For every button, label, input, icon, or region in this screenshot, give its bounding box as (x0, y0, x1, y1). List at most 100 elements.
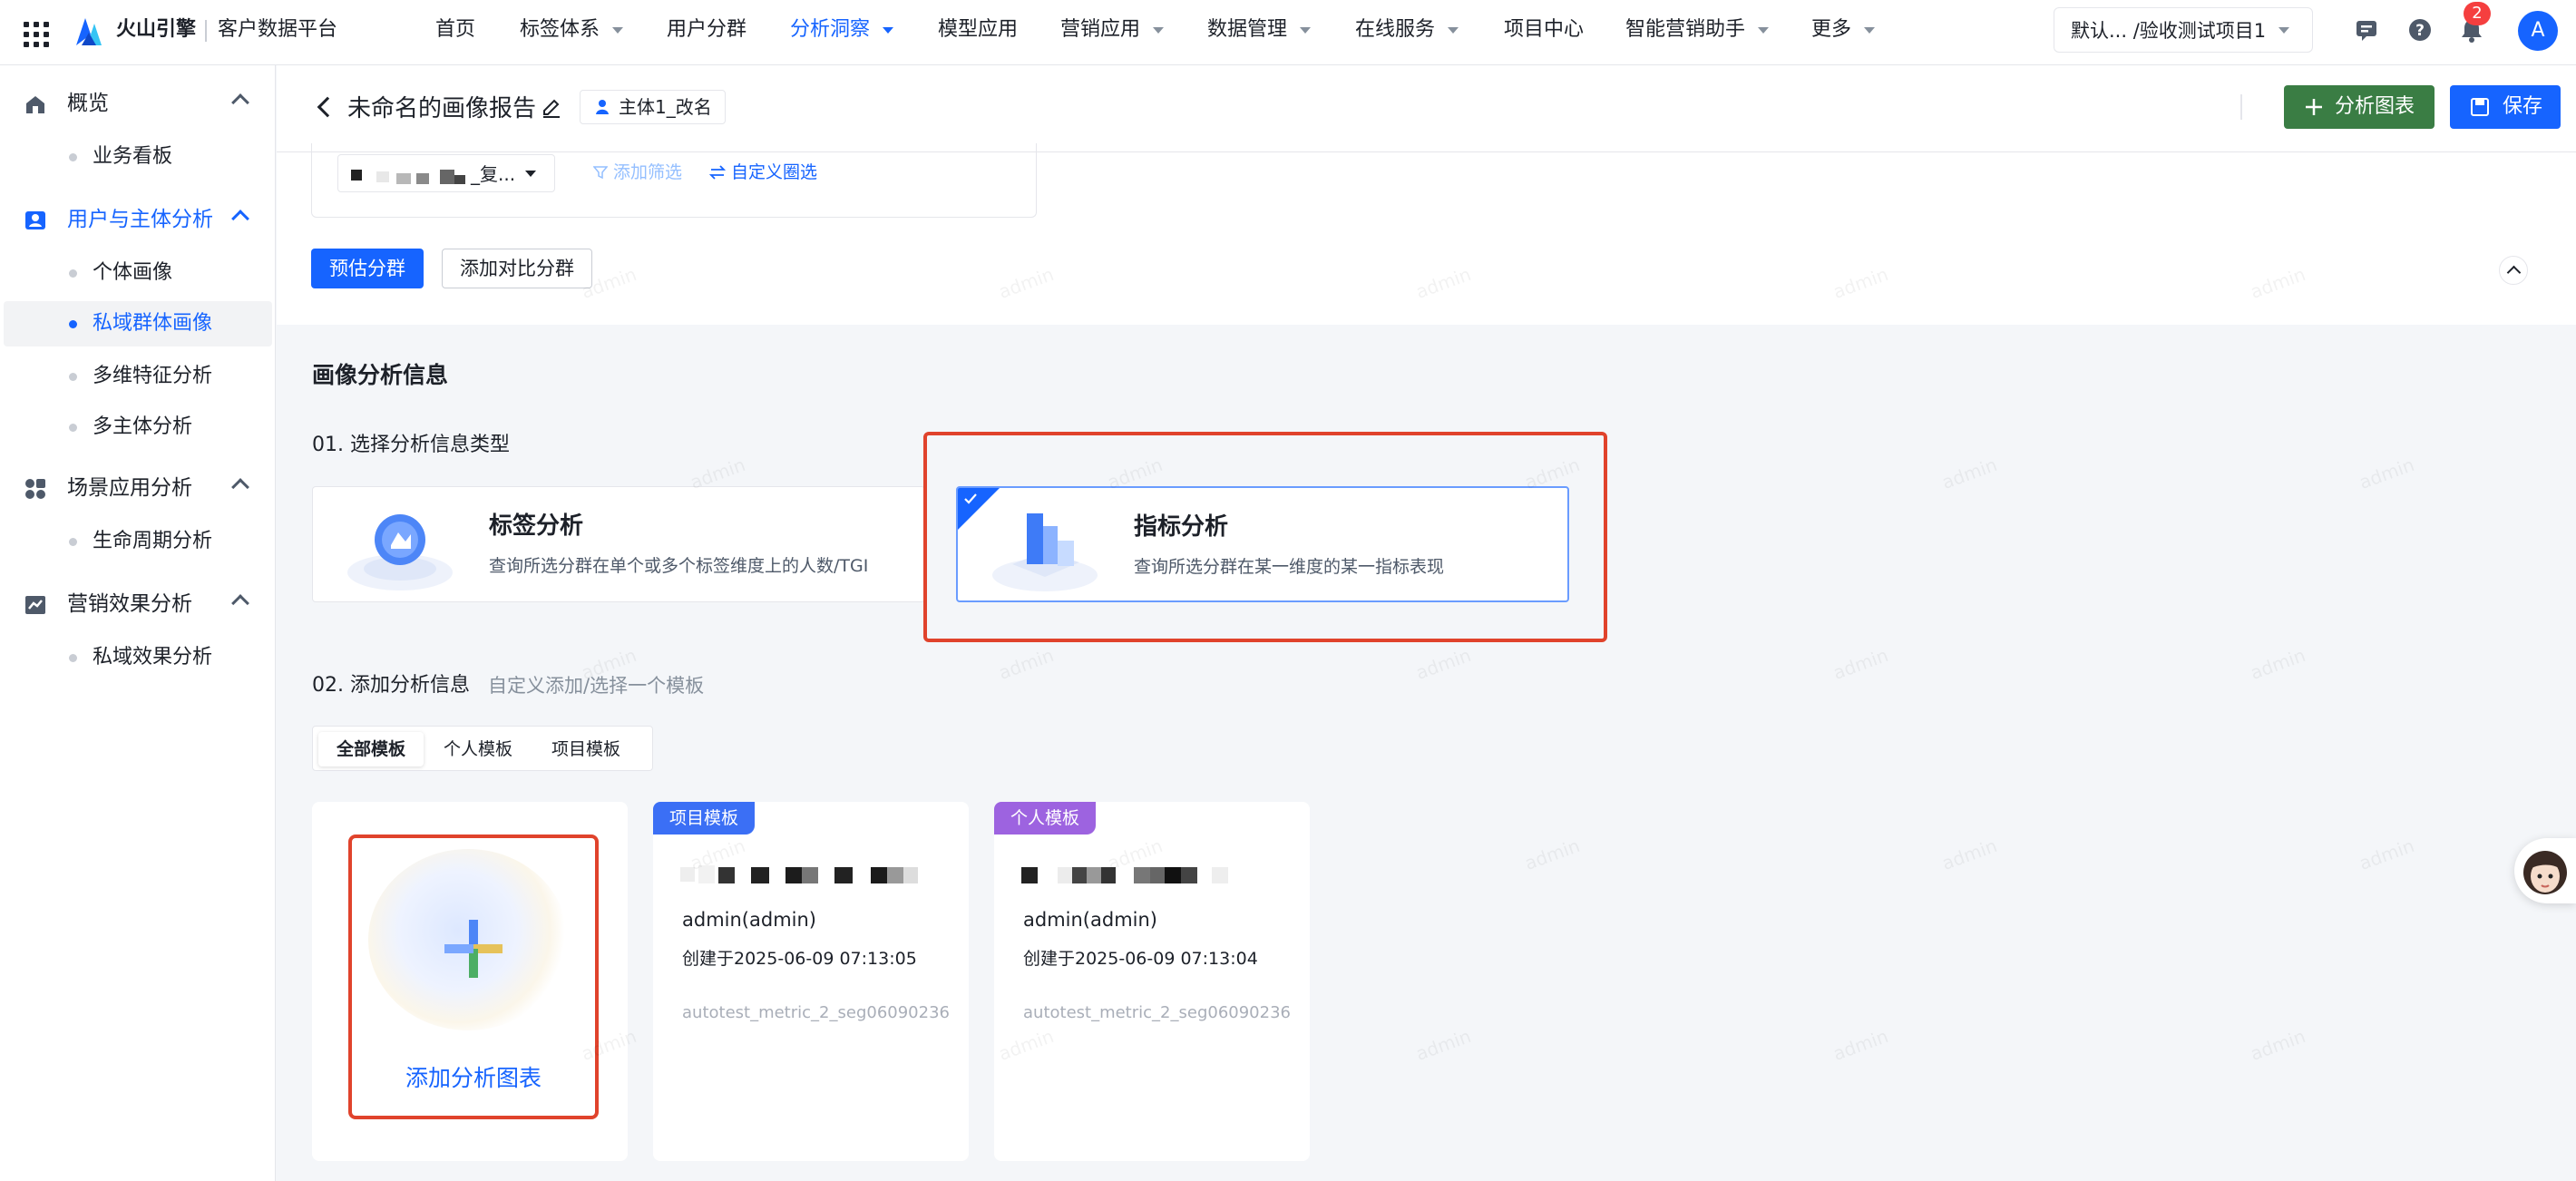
platform-name: 客户数据平台 (218, 18, 338, 41)
edit-icon[interactable] (540, 96, 563, 120)
watermark-text: admin (995, 644, 1057, 684)
home-icon (26, 96, 44, 113)
custom-select-label: 自定义圈选 (731, 162, 818, 182)
nav-user-segment[interactable]: 用户分群 (667, 15, 746, 45)
user-card-icon (25, 211, 45, 229)
project-selector[interactable]: 默认... /验收测试项目1 (2054, 7, 2313, 53)
bullet-dot (69, 153, 77, 161)
step2-title: 02. 添加分析信息 (312, 674, 470, 697)
sidebar-group-scenario-analysis[interactable]: 场景应用分析 (0, 466, 276, 510)
tab-project-templates[interactable]: 项目模板 (532, 732, 639, 766)
segment-selector-label: _复... (471, 163, 516, 185)
custom-select-link[interactable]: 自定义圈选 (709, 158, 817, 187)
nav-data-management[interactable]: 数据管理 (1207, 15, 1312, 45)
swap-icon (709, 165, 726, 180)
person-icon (596, 100, 609, 114)
volcengine-logo (76, 18, 102, 45)
watermark-text: admin (1830, 1025, 1891, 1065)
nav-home[interactable]: 首页 (435, 15, 475, 45)
template-owner: admin(admin) (1023, 909, 1157, 931)
apps-icon (25, 479, 45, 499)
trend-icon (25, 596, 45, 614)
watermark-text: admin (2356, 835, 2417, 874)
bullet-dot (69, 269, 77, 278)
template-created-time: 创建于2025-06-09 07:13:04 (1023, 949, 1258, 969)
tag-analysis-card[interactable]: 标签分析 查询所选分群在单个或多个标签维度上的人数/TGI (312, 486, 925, 602)
nav-smart-marketing[interactable]: 智能营销助手 (1625, 15, 1770, 45)
plus-icon (444, 920, 503, 978)
nav-model-apps[interactable]: 模型应用 (938, 15, 1018, 45)
analysis-chart-button[interactable]: 分析图表 (2284, 85, 2435, 129)
help-icon[interactable]: ? (2406, 16, 2434, 44)
user-avatar[interactable]: A (2518, 11, 2558, 51)
nav-marketing-apps[interactable]: 营销应用 (1060, 15, 1165, 45)
section-title: 画像分析信息 (312, 362, 449, 388)
filter-icon (593, 166, 608, 180)
assistant-avatar[interactable] (2514, 838, 2576, 903)
sidebar-item-private-effect-analysis[interactable]: 私域效果分析 (0, 635, 268, 680)
page-header: 未命名的画像报告 主体1_改名 分析图表 保存 (277, 65, 2576, 152)
segment-selector[interactable]: _复... (337, 154, 555, 192)
assistant-face-icon (2523, 851, 2567, 894)
chevron-down-icon (1864, 26, 1876, 34)
template-created-time: 创建于2025-06-09 07:13:05 (682, 949, 917, 969)
back-arrow-icon[interactable] (317, 96, 338, 118)
redacted-mosaic (1021, 867, 1228, 883)
message-icon[interactable] (2353, 16, 2380, 44)
add-chart-card[interactable]: 添加分析图表 (312, 802, 628, 1161)
sidebar-item-lifecycle-analysis[interactable]: 生命周期分析 (0, 519, 268, 564)
sidebar-item-label: 生命周期分析 (93, 530, 213, 552)
sidebar-group-overview[interactable]: 概览 (0, 82, 276, 125)
nav-online-service[interactable]: 在线服务 (1355, 15, 1459, 45)
nav-analysis-insight[interactable]: 分析洞察 (790, 15, 894, 45)
sidebar-group-label: 概览 (67, 92, 109, 115)
app-grid-icon[interactable] (20, 18, 49, 47)
nav-tag-system[interactable]: 标签体系 (520, 15, 624, 45)
chevron-down-icon (2278, 26, 2290, 34)
chevron-down-icon (1758, 26, 1770, 34)
chevron-up-icon (231, 210, 249, 228)
template-card[interactable]: 项目模板 admin(admin) 创建于2025-06-09 07:13:05… (653, 802, 969, 1161)
tab-all-templates[interactable]: 全部模板 (318, 732, 424, 766)
sidebar-item-label: 业务看板 (93, 145, 173, 168)
template-tabs: 全部模板 个人模板 项目模板 (312, 726, 653, 771)
collapse-chevron-icon[interactable] (2499, 256, 2528, 285)
tab-personal-templates[interactable]: 个人模板 (429, 732, 527, 766)
nav-more[interactable]: 更多 (1811, 15, 1876, 45)
sidebar-group-marketing-effect[interactable]: 营销效果分析 (0, 582, 276, 626)
add-compare-segment-button[interactable]: 添加对比分群 (442, 249, 592, 288)
subject-tag: 主体1_改名 (580, 90, 726, 124)
sidebar-group-user-subject-analysis[interactable]: 用户与主体分析 (0, 198, 276, 241)
sidebar-item-multi-feature-analysis[interactable]: 多维特征分析 (0, 354, 268, 399)
sidebar-item-label: 多主体分析 (93, 415, 193, 438)
template-name: autotest_metric_2_seg06090236 (1023, 1003, 1291, 1022)
sidebar-item-private-group-portrait[interactable]: 私域群体画像 (4, 301, 272, 346)
add-chart-label: 添加分析图表 (405, 1065, 542, 1091)
page-title: 未命名的画像报告 (347, 95, 537, 122)
nav-project-center[interactable]: 项目中心 (1504, 15, 1584, 45)
watermark-text: admin (2356, 454, 2417, 493)
bullet-dot (69, 373, 77, 381)
svg-text:?: ? (2415, 22, 2425, 40)
save-button[interactable]: 保存 (2450, 85, 2561, 129)
add-filter-link[interactable]: 添加筛选 (593, 158, 682, 187)
subject-tag-label: 主体1_改名 (619, 96, 712, 118)
sidebar-item-multi-subject-analysis[interactable]: 多主体分析 (0, 405, 268, 450)
watermark-text: admin (1412, 1025, 1474, 1065)
sidebar-item-business-board[interactable]: 业务看板 (0, 134, 268, 180)
tag-analysis-desc: 查询所选分群在单个或多个标签维度上的人数/TGI (489, 556, 869, 576)
watermark-text: admin (1938, 454, 2000, 493)
chevron-down-icon (883, 26, 894, 34)
estimate-segment-button[interactable]: 预估分群 (311, 249, 424, 288)
plus-icon (2306, 99, 2322, 115)
template-card[interactable]: 个人模板 admin(admin) 创建于2025-06-09 07:13:04… (994, 802, 1310, 1161)
chevron-down-icon (525, 171, 536, 177)
chevron-down-icon (1448, 26, 1459, 34)
sidebar-group-label: 场景应用分析 (67, 476, 192, 500)
sidebar-item-label: 私域效果分析 (93, 646, 213, 669)
chevron-up-icon (231, 594, 249, 612)
redacted-mosaic (351, 170, 465, 184)
tag-analysis-title: 标签分析 (489, 512, 584, 540)
sidebar-item-individual-portrait[interactable]: 个体画像 (0, 250, 268, 296)
template-name: autotest_metric_2_seg06090236 (682, 1003, 950, 1022)
